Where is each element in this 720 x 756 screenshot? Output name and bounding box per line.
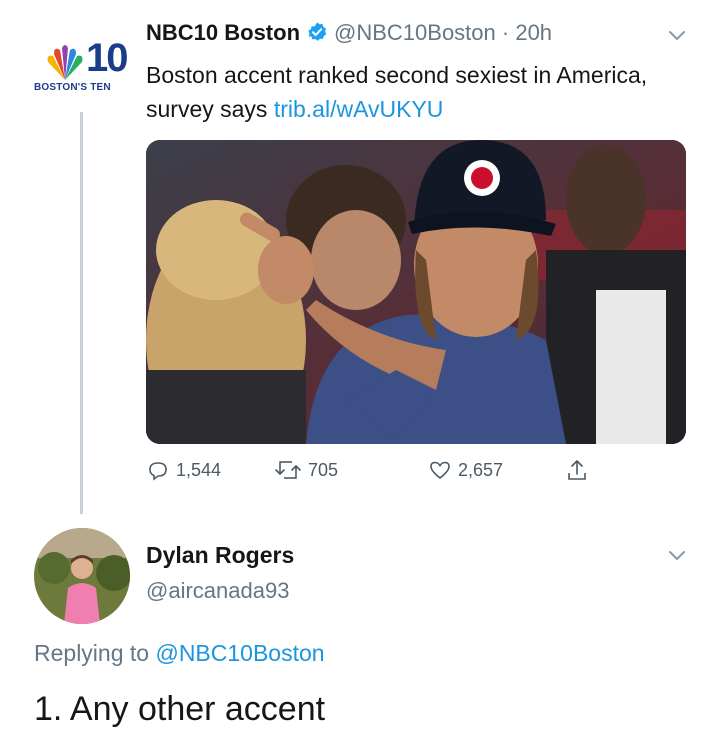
- reply-count: 1,544: [176, 459, 222, 480]
- reply-action[interactable]: 1,544: [146, 458, 221, 482]
- share-action[interactable]: [566, 458, 594, 482]
- reply-author-name[interactable]: Dylan Rogers: [146, 542, 294, 569]
- like-count: 2,657: [458, 459, 504, 480]
- header-separator: ·: [495, 20, 516, 45]
- author-name[interactable]: NBC10 Boston: [146, 20, 300, 45]
- thread-connector-line: [80, 112, 83, 514]
- tweet-time[interactable]: 20h: [515, 20, 552, 45]
- chevron-down-icon[interactable]: [668, 550, 686, 562]
- like-action[interactable]: 2,657: [428, 458, 503, 482]
- share-icon: [568, 460, 586, 480]
- tweet-link[interactable]: trib.al/wAvUKYU: [274, 96, 444, 122]
- reply-icon: [149, 462, 167, 481]
- nbc10-boston-logo[interactable]: 10 BOSTON'S TEN: [30, 30, 130, 100]
- tweet-photo[interactable]: [146, 140, 686, 444]
- replying-prefix: Replying to: [34, 640, 156, 666]
- tweet-actions: 1,544 705 2,657: [146, 458, 626, 490]
- photo-man-pointing-in-cap: [146, 140, 686, 444]
- verified-badge-icon: [308, 22, 327, 41]
- logo-number: 10: [86, 36, 128, 80]
- replying-to-mention[interactable]: @NBC10Boston: [155, 640, 324, 666]
- retweet-count: 705: [308, 459, 339, 480]
- reply-text: 1. Any other accent: [34, 690, 326, 728]
- logo-subtitle: BOSTON'S TEN: [34, 82, 111, 93]
- avatar-photo: [34, 528, 130, 624]
- chevron-down-icon[interactable]: [668, 30, 686, 42]
- tweet-header: NBC10 Boston @NBC10Boston · 20h: [146, 20, 552, 46]
- replying-to: Replying to @NBC10Boston: [34, 640, 325, 667]
- retweet-icon: [275, 461, 301, 479]
- heart-icon: [430, 461, 450, 480]
- retweet-action[interactable]: 705: [274, 458, 338, 482]
- tweet-text: Boston accent ranked second sexiest in A…: [146, 58, 686, 126]
- peacock-icon: [47, 45, 83, 80]
- avatar[interactable]: [34, 528, 130, 624]
- reply-author-handle[interactable]: @aircanada93: [146, 578, 289, 604]
- author-handle[interactable]: @NBC10Boston: [334, 20, 496, 45]
